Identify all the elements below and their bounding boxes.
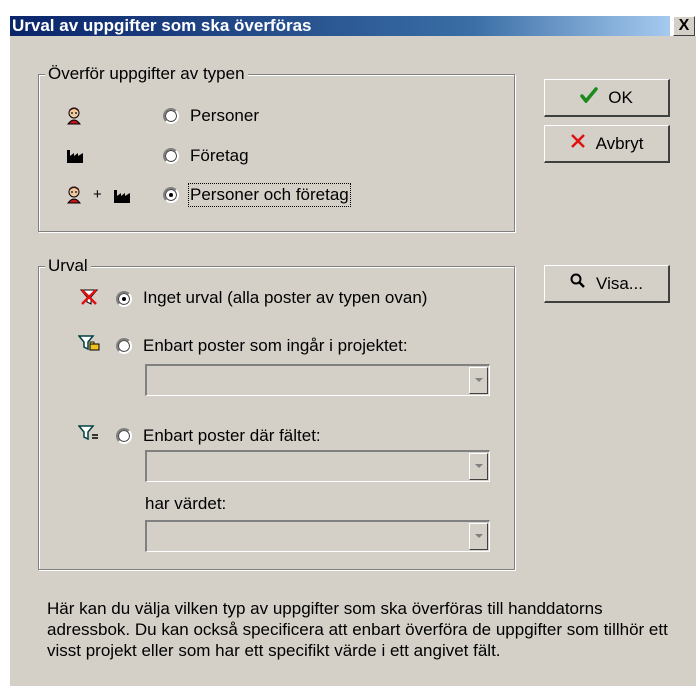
- magnifier-icon: [570, 273, 586, 294]
- type-persons-label[interactable]: Personer: [190, 106, 259, 126]
- chevron-down-icon[interactable]: [469, 523, 488, 550]
- selection-field-radio[interactable]: [116, 428, 132, 444]
- checkmark-icon: [580, 87, 598, 108]
- selection-field-label[interactable]: Enbart poster där fältet:: [143, 426, 321, 446]
- type-both-label[interactable]: Personer och företag: [188, 183, 351, 207]
- ok-button[interactable]: OK: [544, 79, 670, 117]
- type-both-radio[interactable]: [163, 187, 179, 203]
- selection-group-legend: Urval: [45, 256, 91, 276]
- project-select[interactable]: [145, 364, 490, 396]
- filter-equals-icon: [77, 424, 100, 447]
- show-label: Visa...: [596, 273, 643, 293]
- cancel-button[interactable]: Avbryt: [544, 125, 670, 163]
- left-border: [0, 36, 10, 686]
- person-icon: [66, 107, 82, 130]
- factory-icon: [66, 148, 84, 168]
- value-select[interactable]: [145, 520, 490, 552]
- dialog-title: Urval av uppgifter som ska överföras: [12, 16, 312, 35]
- type-companies-label[interactable]: Företag: [190, 146, 249, 166]
- value-label: har värdet:: [145, 494, 227, 513]
- type-companies-radio[interactable]: [163, 148, 179, 164]
- filter-project-icon: [77, 334, 100, 357]
- no-filter-icon: [79, 288, 99, 311]
- description-text: Här kan du välja vilken typ av uppgifter…: [47, 599, 668, 660]
- type-group-legend: Överför uppgifter av typen: [45, 64, 248, 84]
- chevron-down-icon[interactable]: [469, 367, 488, 394]
- selection-none-label[interactable]: Inget urval (alla poster av typen ovan): [143, 288, 427, 308]
- plus-sign: +: [93, 186, 102, 203]
- cross-icon: [570, 133, 586, 154]
- type-persons-radio[interactable]: [163, 108, 179, 124]
- ok-label: OK: [608, 87, 633, 107]
- cancel-label: Avbryt: [595, 133, 644, 153]
- show-button[interactable]: Visa...: [544, 265, 670, 303]
- selection-project-radio[interactable]: [116, 338, 132, 354]
- dialog-window: Urval av uppgifter som ska överföras X Ö…: [0, 0, 696, 686]
- selection-project-label[interactable]: Enbart poster som ingår i projektet:: [143, 336, 408, 356]
- title-bar: Urval av uppgifter som ska överföras X: [0, 0, 696, 36]
- selection-none-radio[interactable]: [116, 291, 132, 307]
- field-select[interactable]: [145, 450, 490, 482]
- chevron-down-icon[interactable]: [469, 453, 488, 480]
- close-button[interactable]: X: [673, 16, 695, 36]
